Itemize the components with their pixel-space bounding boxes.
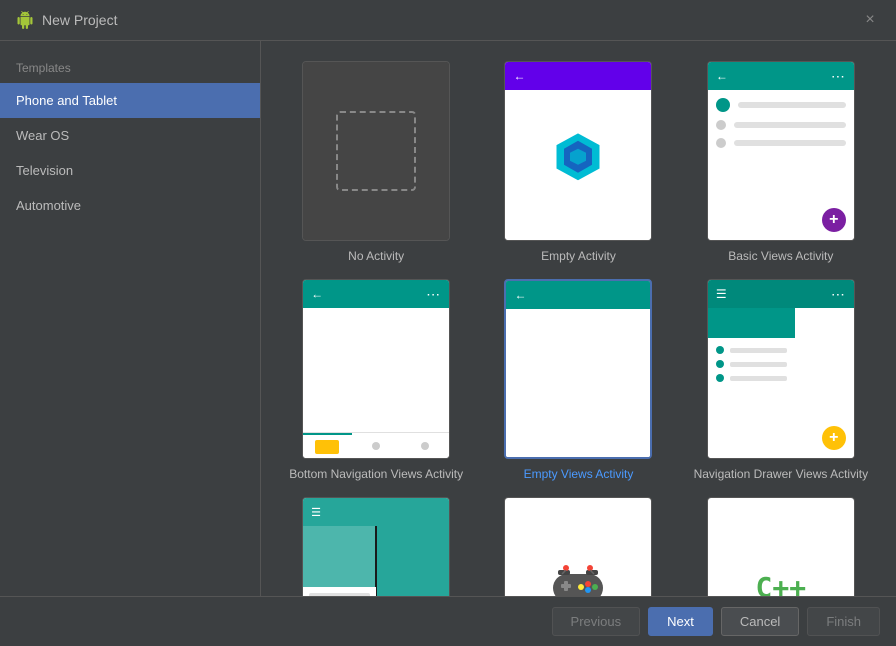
nav-drawer-bar: ☰ ⋯ xyxy=(708,280,854,308)
template-nav-drawer-label: Navigation Drawer Views Activity xyxy=(694,467,869,481)
sidebar-section-label: Templates xyxy=(0,49,260,83)
empty-views-bar: ← xyxy=(506,281,650,309)
empty-activity-bar: ← xyxy=(505,62,651,90)
cancel-button[interactable]: Cancel xyxy=(721,607,799,636)
template-basic-views[interactable]: ← ⋯ xyxy=(690,61,872,263)
template-basic-views-label: Basic Views Activity xyxy=(728,249,833,263)
template-no-activity[interactable]: No Activity xyxy=(285,61,467,263)
template-cpp[interactable]: C++ Native C++ xyxy=(690,497,872,596)
bottom-nav-bar-items xyxy=(303,432,449,458)
empty-activity-body xyxy=(505,90,651,240)
cpp-preview: C++ xyxy=(708,498,854,596)
template-empty-views[interactable]: ← Empty Views Activity xyxy=(487,279,669,481)
template-empty-activity-label: Empty Activity xyxy=(541,249,616,263)
templates-grid: No Activity ← xyxy=(261,41,896,596)
sidebar: Templates Phone and Tablet Wear OS Telev… xyxy=(0,41,261,596)
template-responsive[interactable]: ☰ ↗ xyxy=(285,497,467,596)
template-game[interactable]: Game Activity xyxy=(487,497,669,596)
template-bottom-nav-label: Bottom Navigation Views Activity xyxy=(289,467,463,481)
content-area: Templates Phone and Tablet Wear OS Telev… xyxy=(0,41,896,596)
basic-views-body: + xyxy=(708,90,854,240)
template-bottom-nav[interactable]: ← ⋯ xyxy=(285,279,467,481)
dialog-title: New Project xyxy=(42,12,117,28)
sidebar-item-wear-os[interactable]: Wear OS xyxy=(0,118,260,153)
bottom-nav-body xyxy=(303,308,449,432)
sidebar-item-automotive[interactable]: Automotive xyxy=(0,188,260,223)
no-activity-placeholder xyxy=(336,111,416,191)
bottom-bar: Previous Next Cancel Finish xyxy=(0,596,896,646)
empty-views-body xyxy=(506,309,650,457)
new-project-dialog: New Project × Templates Phone and Tablet… xyxy=(0,0,896,646)
basic-views-bar: ← ⋯ xyxy=(708,62,854,90)
sidebar-item-television[interactable]: Television xyxy=(0,153,260,188)
nav-drawer-body: + xyxy=(708,308,854,458)
template-no-activity-label: No Activity xyxy=(348,249,404,263)
sidebar-item-phone-tablet[interactable]: Phone and Tablet xyxy=(0,83,260,118)
previous-button[interactable]: Previous xyxy=(552,607,641,636)
template-empty-views-label: Empty Views Activity xyxy=(524,467,634,481)
android-logo-icon xyxy=(16,11,34,29)
close-button[interactable]: × xyxy=(860,10,880,30)
bottom-nav-bar: ← ⋯ xyxy=(303,280,449,308)
template-empty-activity[interactable]: ← xyxy=(487,61,669,263)
next-button[interactable]: Next xyxy=(648,607,713,636)
game-preview xyxy=(505,498,651,596)
template-nav-drawer[interactable]: ☰ ⋯ xyxy=(690,279,872,481)
title-bar: New Project × xyxy=(0,0,896,41)
finish-button[interactable]: Finish xyxy=(807,607,880,636)
